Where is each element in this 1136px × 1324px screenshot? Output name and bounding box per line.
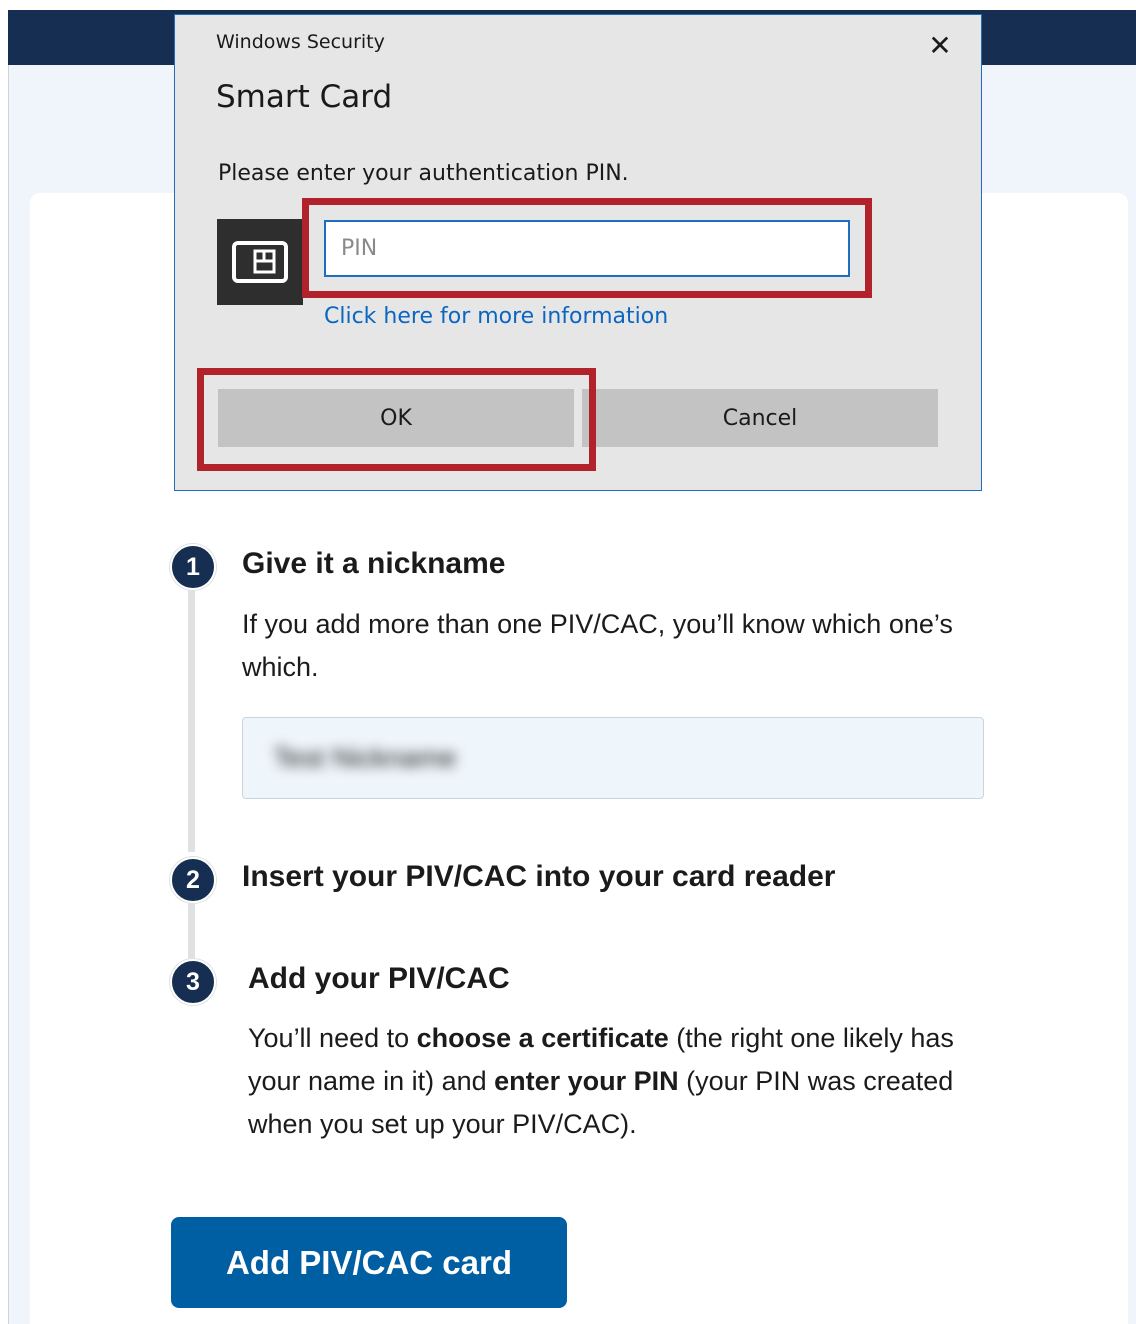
step-description: If you add more than one PIV/CAC, you’ll… [242, 609, 953, 682]
step-title: Give it a nickname [242, 547, 506, 580]
emphasis-text: choose a certificate [416, 1023, 669, 1053]
cancel-button[interactable]: Cancel [582, 389, 938, 447]
pin-highlight-box [302, 198, 872, 298]
more-info-link[interactable]: Click here for more information [324, 304, 668, 329]
dialog-heading: Smart Card [216, 79, 393, 115]
ok-highlight-box [197, 368, 596, 471]
step-number-badge: 1 [170, 544, 216, 590]
smart-card-icon [217, 219, 303, 305]
windows-security-dialog: Windows Security ✕ Smart Card Please ent… [174, 14, 982, 491]
step-number-badge: 3 [170, 959, 216, 1005]
step-title: Add your PIV/CAC [248, 962, 510, 995]
step-number-badge: 2 [170, 857, 216, 903]
step-connector-line [188, 590, 195, 852]
nickname-input[interactable]: Test Nickname [242, 717, 984, 799]
step-description: You’ll need to choose a certificate (the… [248, 1023, 954, 1139]
step-connector-line [188, 903, 195, 963]
close-icon[interactable]: ✕ [923, 29, 957, 63]
step-title: Insert your PIV/CAC into your card reade… [242, 860, 836, 893]
emphasis-text: enter your PIN [494, 1066, 679, 1096]
dialog-window-title: Windows Security [216, 31, 385, 53]
nickname-input-value: Test Nickname [273, 742, 457, 773]
dialog-prompt: Please enter your authentication PIN. [218, 161, 629, 186]
add-piv-cac-button[interactable]: Add PIV/CAC card [171, 1217, 567, 1308]
